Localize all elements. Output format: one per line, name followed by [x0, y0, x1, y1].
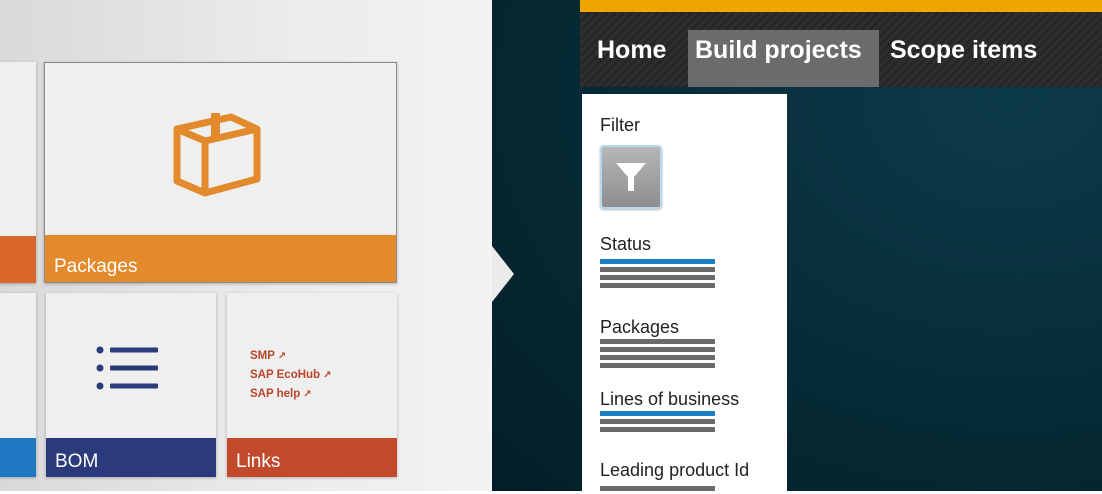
- packages-tile-label: Packages: [54, 256, 138, 277]
- nav-scope-items[interactable]: Scope items: [890, 30, 1037, 87]
- bom-tile-bar: BOM: [46, 438, 216, 477]
- placeholder-line: [600, 363, 715, 368]
- leading-product-id-placeholder-lines: [600, 486, 715, 494]
- nav-bar: Home Build projects Scope items: [580, 12, 1102, 87]
- nav-build-projects[interactable]: Build projects: [688, 30, 879, 87]
- app-frame: Home Build projects Scope items Filter S…: [580, 0, 1102, 491]
- filter-button[interactable]: [600, 145, 662, 209]
- lines-of-business-placeholder-lines: [600, 411, 715, 435]
- external-link-icon: ↗: [323, 370, 332, 381]
- filter-label: Filter: [600, 115, 640, 135]
- links-tile-bar: Links: [227, 438, 397, 477]
- arrow-right-icon: [492, 246, 514, 302]
- partial-tile-top[interactable]: [0, 62, 36, 283]
- placeholder-line: [600, 355, 715, 360]
- placeholder-line: [600, 347, 715, 352]
- status-placeholder-lines: [600, 259, 715, 291]
- filter-panel: Filter Status Packages Lines of business…: [582, 94, 787, 491]
- links-list: SMP ↗ SAP EcoHub ↗ SAP help ↗: [250, 347, 331, 404]
- placeholder-line-highlighted: [600, 259, 715, 264]
- partial-tile-bottom-bar: [0, 438, 36, 477]
- filter-funnel-icon: [616, 163, 646, 191]
- links-tile-label: Links: [236, 451, 281, 472]
- bom-tile-label: BOM: [55, 451, 99, 472]
- external-link-icon: ↗: [303, 389, 312, 400]
- packages-tile[interactable]: Packages: [44, 62, 397, 283]
- links-tile[interactable]: SMP ↗ SAP EcoHub ↗ SAP help ↗ Links: [227, 293, 397, 477]
- link-smp[interactable]: SMP ↗: [250, 347, 331, 366]
- status-label: Status: [600, 234, 652, 254]
- placeholder-line: [600, 427, 715, 432]
- packages-placeholder-lines: [600, 339, 715, 371]
- list-icon: [96, 346, 158, 390]
- leading-product-id-label: Leading product Id: [600, 460, 750, 480]
- link-sap-help[interactable]: SAP help ↗: [250, 385, 331, 404]
- partial-tile-top-bar: [0, 236, 36, 283]
- placeholder-line: [600, 275, 715, 280]
- packages-label: Packages: [600, 317, 680, 337]
- placeholder-line: [600, 486, 715, 491]
- right-panel: Home Build projects Scope items Filter S…: [492, 0, 1102, 491]
- top-accent-strip: [580, 0, 1102, 12]
- placeholder-line-highlighted: [600, 411, 715, 416]
- placeholder-line: [600, 339, 715, 344]
- lines-of-business-label: Lines of business: [600, 389, 740, 409]
- external-link-icon: ↗: [277, 351, 287, 362]
- bom-tile[interactable]: BOM: [46, 293, 216, 477]
- nav-home[interactable]: Home: [597, 30, 666, 87]
- link-sap-ecohub[interactable]: SAP EcoHub ↗: [250, 366, 331, 385]
- partial-tile-bottom[interactable]: [0, 293, 36, 477]
- left-panel: Packages BOM SMP ↗ SAP EcoHub ↗ SAP help ↗: [0, 0, 492, 491]
- placeholder-line: [600, 267, 715, 272]
- packages-tile-bar: Packages: [45, 235, 396, 282]
- box-icon: [173, 113, 261, 197]
- placeholder-line: [600, 283, 715, 288]
- placeholder-line: [600, 419, 715, 424]
